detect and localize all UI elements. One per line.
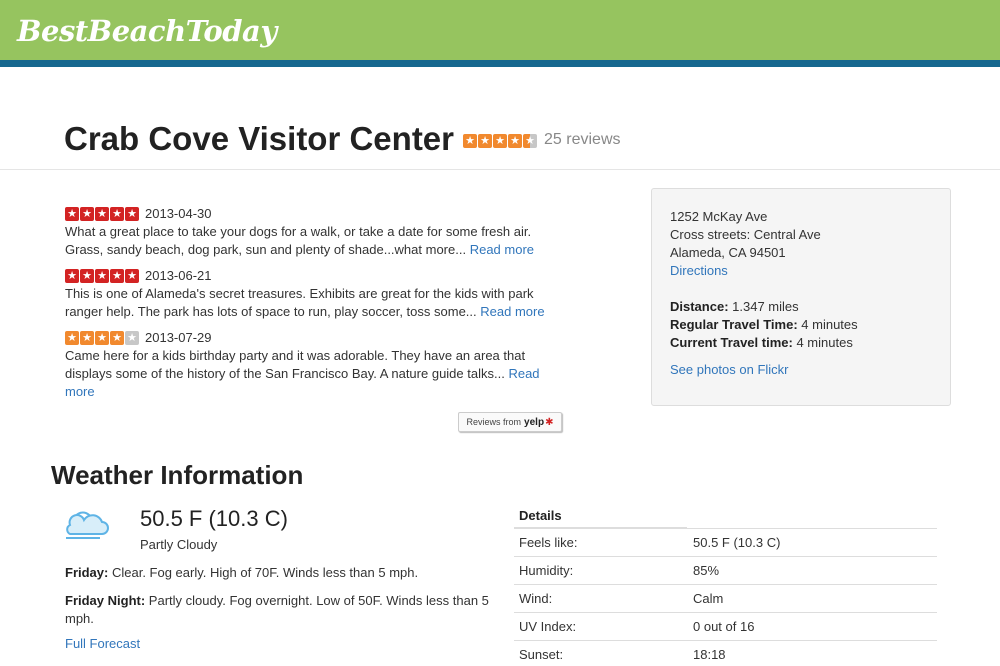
- table-row: Humidity: 85%: [514, 556, 937, 585]
- table-row: UV Index: 0 out of 16: [514, 612, 937, 641]
- review-text: Came here for a kids birthday party and …: [65, 348, 526, 381]
- star-icon: ★: [95, 207, 109, 221]
- review-rating-stars: ★ ★ ★ ★ ★: [65, 207, 140, 221]
- review-text-block: This is one of Alameda's secret treasure…: [65, 285, 565, 321]
- current-travel-label: Current Travel time:: [670, 335, 793, 350]
- detail-value: 50.5 F (10.3 C): [687, 528, 937, 557]
- review-text-block: What a great place to take your dogs for…: [65, 223, 565, 259]
- review-text-block: Came here for a kids birthday party and …: [65, 347, 565, 401]
- detail-label: Humidity:: [514, 556, 687, 585]
- city-line: Alameda, CA 94501: [670, 245, 786, 260]
- reviews-from-yelp-badge[interactable]: Reviews from yelp ✱: [458, 412, 562, 432]
- star-icon: ★: [80, 269, 94, 283]
- star-icon: ★: [65, 207, 79, 221]
- star-icon: ★: [493, 134, 508, 148]
- detail-label: Sunset:: [519, 646, 564, 662]
- detail-label: Wind:: [514, 584, 687, 613]
- flickr-photos-link[interactable]: See photos on Flickr: [670, 362, 789, 377]
- weather-details-table: Details Feels like: 50.5 F (10.3 C) Humi…: [514, 503, 937, 666]
- detail-label: UV Index:: [514, 612, 687, 641]
- table-header-row: Details: [514, 503, 937, 529]
- star-icon: ★: [95, 269, 109, 283]
- distance-label: Distance:: [670, 299, 729, 314]
- star-icon: ★: [80, 207, 94, 221]
- distance-row: Distance: 1.347 miles: [670, 298, 932, 316]
- current-temperature: 50.5 F (10.3 C): [140, 506, 288, 531]
- regular-travel-row: Regular Travel Time: 4 minutes: [670, 316, 932, 334]
- review-rating-stars: ★ ★ ★ ★ ★: [65, 269, 140, 283]
- review-count: 25 reviews: [544, 131, 621, 148]
- address-line: 1252 McKay Ave: [670, 209, 768, 224]
- read-more-link[interactable]: Read more: [470, 242, 534, 257]
- place-rating-stars: ★ ★ ★ ★ ★: [463, 134, 538, 148]
- full-forecast-link[interactable]: Full Forecast: [65, 636, 140, 651]
- regular-travel-value: 4 minutes: [801, 317, 858, 332]
- review-date: 2013-04-30: [145, 206, 212, 221]
- yelp-burst-icon: ✱: [545, 416, 554, 428]
- detail-value: 18:18: [693, 646, 726, 662]
- star-icon: ★: [125, 207, 139, 221]
- directions-link[interactable]: Directions: [670, 263, 728, 278]
- star-icon: ★: [110, 331, 124, 345]
- forecast-label: Friday Night:: [65, 593, 146, 608]
- yelp-logo: yelp: [524, 416, 545, 428]
- read-more-link[interactable]: Read more: [480, 304, 544, 319]
- review-text: What a great place to take your dogs for…: [65, 224, 532, 257]
- reviews-list: ★ ★ ★ ★ ★ 2013-04-30 What a great place to t…: [65, 205, 565, 409]
- star-icon: ★: [65, 269, 79, 283]
- review-item: ★ ★ ★ ★ ★ 2013-07-29 Came here for a kids bi…: [65, 329, 565, 401]
- star-icon: ★: [110, 207, 124, 221]
- forecast-label: Friday:: [65, 565, 109, 580]
- star-icon: ★: [125, 331, 139, 345]
- detail-label: Feels like:: [514, 528, 687, 557]
- star-icon: ★: [80, 331, 94, 345]
- regular-travel-label: Regular Travel Time:: [670, 317, 798, 332]
- star-icon: ★: [463, 134, 478, 148]
- location-info-box: 1252 McKay Ave Cross streets: Central Av…: [651, 188, 951, 406]
- site-logo[interactable]: BestBeachToday: [17, 14, 277, 48]
- table-row: Wind: Calm: [514, 584, 937, 613]
- divider: [0, 169, 1000, 170]
- current-travel-row: Current Travel time: 4 minutes: [670, 334, 932, 352]
- details-header-blank: [687, 503, 937, 529]
- table-row: Sunset: 18:18: [514, 640, 937, 666]
- review-text: This is one of Alameda's secret treasure…: [65, 286, 534, 319]
- site-header: BestBeachToday: [0, 0, 1000, 67]
- cross-streets: Cross streets: Central Ave: [670, 227, 821, 242]
- page-title: Crab Cove Visitor Center: [64, 120, 455, 157]
- star-icon: ★: [478, 134, 493, 148]
- details-header: Details: [514, 503, 687, 529]
- star-icon: ★: [65, 331, 79, 345]
- review-date: 2013-06-21: [145, 268, 212, 283]
- detail-value: Calm: [687, 584, 937, 613]
- star-icon: ★: [110, 269, 124, 283]
- forecast-text: Clear. Fog early. High of 70F. Winds les…: [111, 565, 419, 580]
- star-icon: ★: [508, 134, 523, 148]
- forecast-day: Friday: Clear. Fog early. High of 70F. W…: [65, 564, 495, 582]
- review-item: ★ ★ ★ ★ ★ 2013-06-21 This is one of Alameda'…: [65, 267, 565, 321]
- place-title-row: Crab Cove Visitor Center ★ ★ ★ ★ ★ 25 review…: [64, 115, 621, 159]
- current-condition: Partly Cloudy: [140, 537, 218, 552]
- detail-value: 85%: [687, 556, 937, 585]
- forecast-night: Friday Night: Partly cloudy. Fog overnig…: [65, 592, 495, 628]
- yelp-badge-prefix: Reviews from: [466, 417, 522, 427]
- weather-heading: Weather Information: [51, 460, 304, 490]
- review-date: 2013-07-29: [145, 330, 212, 345]
- star-icon: ★: [125, 269, 139, 283]
- table-row: Feels like: 50.5 F (10.3 C): [514, 528, 937, 557]
- detail-value: 0 out of 16: [687, 612, 937, 641]
- review-item: ★ ★ ★ ★ ★ 2013-04-30 What a great place to t…: [65, 205, 565, 259]
- current-travel-value: 4 minutes: [796, 335, 853, 350]
- partly-cloudy-icon: [66, 511, 109, 539]
- star-icon: ★: [95, 331, 109, 345]
- review-rating-stars: ★ ★ ★ ★ ★: [65, 331, 140, 345]
- distance-value: 1.347 miles: [732, 299, 799, 314]
- star-icon: ★: [523, 134, 538, 148]
